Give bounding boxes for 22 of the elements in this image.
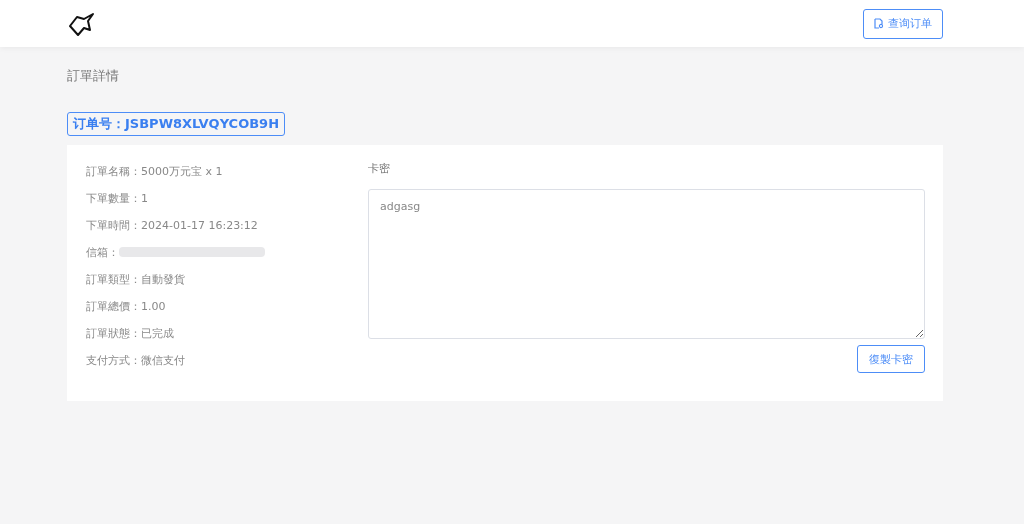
detail-value: 1.00 xyxy=(141,299,166,313)
detail-label: 訂單名稱： xyxy=(86,163,141,179)
copy-card-key-button[interactable]: 復製卡密 xyxy=(857,345,925,373)
detail-value: 5000万元宝 x 1 xyxy=(141,163,223,179)
card-key-field[interactable]: adgasg xyxy=(368,189,925,339)
detail-label: 訂單類型： xyxy=(86,271,141,287)
page-title: 訂單詳情 xyxy=(67,67,119,85)
query-order-button[interactable]: 查询订单 xyxy=(863,8,943,39)
detail-label: 信箱： xyxy=(86,244,119,260)
detail-value: 2024-01-17 16:23:12 xyxy=(141,218,258,232)
detail-label: 訂單總價： xyxy=(86,298,141,314)
detail-value: 微信支付 xyxy=(141,352,185,368)
detail-label: 下單時間： xyxy=(86,217,141,233)
detail-value: 自動發貨 xyxy=(141,271,185,287)
detail-label: 訂單狀態： xyxy=(86,325,141,341)
detail-label: 支付方式： xyxy=(86,352,141,368)
document-search-icon xyxy=(874,18,884,29)
detail-value: 1 xyxy=(141,191,148,205)
card-key-label: 卡密 xyxy=(368,161,390,176)
detail-label: 下單數量： xyxy=(86,190,141,206)
detail-value: 已完成 xyxy=(141,325,174,341)
order-number: 订单号：JSBPW8XLVQYCOB9H xyxy=(67,112,286,136)
